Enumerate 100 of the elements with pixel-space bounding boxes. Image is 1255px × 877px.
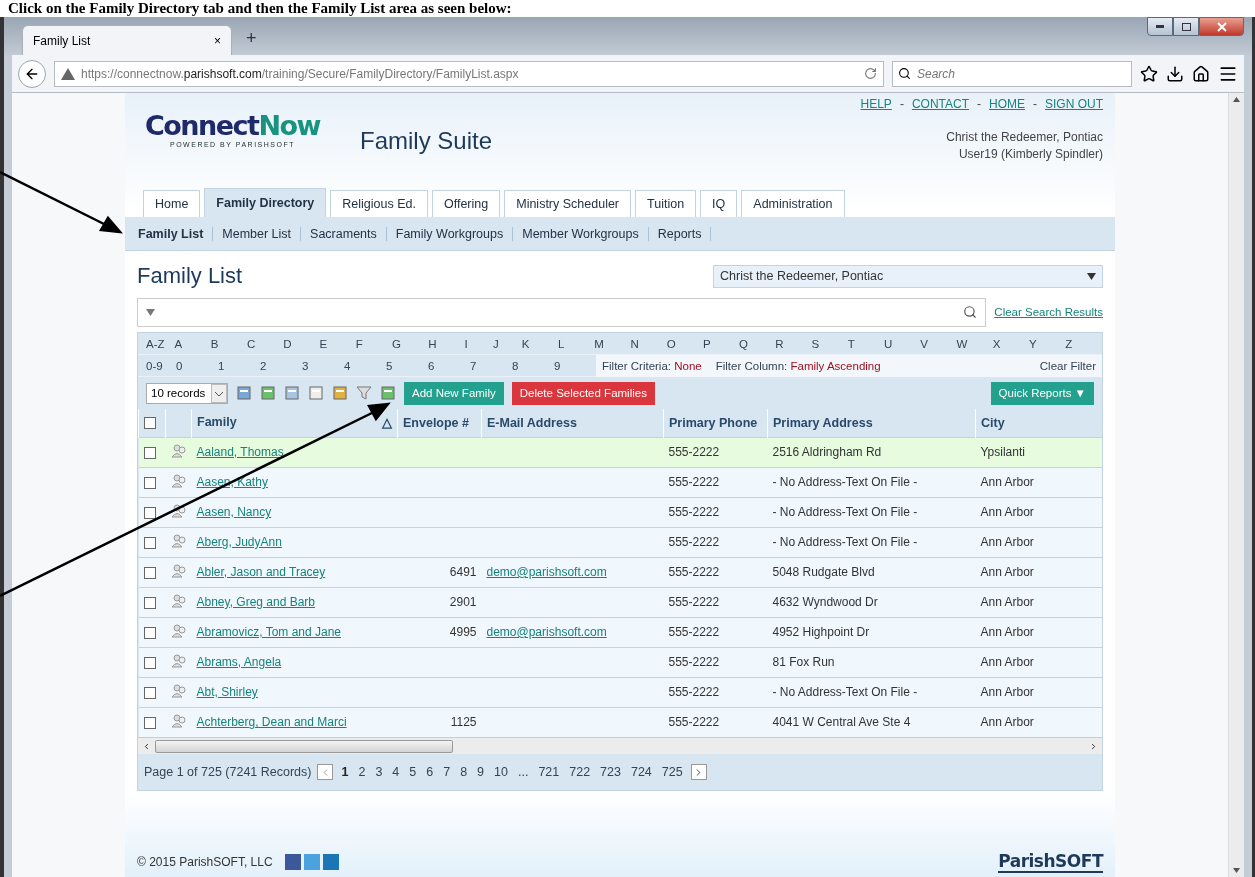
- family-link[interactable]: Aasen, Kathy: [196, 475, 268, 489]
- family-link[interactable]: Abramovicz, Tom and Jane: [196, 625, 341, 639]
- letter-filter[interactable]: Z: [1065, 337, 1094, 350]
- header-link[interactable]: HOME: [989, 97, 1025, 111]
- minimize-button[interactable]: [1147, 17, 1173, 36]
- scroll-up-icon[interactable]: [1233, 97, 1240, 102]
- search-icon[interactable]: [963, 305, 978, 319]
- sub-tab[interactable]: Member List: [213, 226, 302, 241]
- table-row[interactable]: Aasen, Nancy 555-2222 - No Address-Text On File - Ann Arbor: [138, 497, 1102, 527]
- table-row[interactable]: Achterberg, Dean and Marci 1125 555-2222 4041 W Central Ave Ste 4 Ann Arbor: [138, 707, 1102, 737]
- letter-filter[interactable]: J: [493, 337, 522, 350]
- page-link[interactable]: 721: [536, 765, 562, 779]
- letter-filter[interactable]: Q: [739, 337, 776, 350]
- page-link[interactable]: 3: [373, 765, 385, 779]
- page-link[interactable]: 725: [659, 765, 685, 779]
- sub-tab[interactable]: Family Workgroups: [386, 226, 514, 241]
- page-link[interactable]: 10: [492, 765, 510, 779]
- nav-tab[interactable]: Offering: [431, 190, 501, 217]
- column-header[interactable]: Family △: [191, 409, 398, 437]
- digit-filter[interactable]: 1: [218, 359, 260, 372]
- star-icon[interactable]: [1140, 64, 1158, 83]
- family-link[interactable]: Aaland, Thomas: [196, 445, 284, 459]
- letter-filter[interactable]: S: [811, 337, 848, 350]
- letter-filter[interactable]: B: [210, 337, 248, 350]
- page-link[interactable]: 6: [424, 765, 436, 779]
- page-link[interactable]: 722: [567, 765, 593, 779]
- digit-filter[interactable]: 0: [176, 359, 218, 372]
- nav-tab[interactable]: Family Directory: [204, 188, 327, 217]
- email-link[interactable]: demo@parishsoft.com: [486, 625, 607, 639]
- page-link[interactable]: 5: [407, 765, 419, 779]
- family-link[interactable]: Abler, Jason and Tracey: [196, 565, 326, 579]
- column-header[interactable]: Primary Phone: [663, 409, 768, 437]
- family-icon[interactable]: [170, 503, 187, 518]
- header-link[interactable]: SIGN OUT: [1045, 97, 1103, 111]
- table-row[interactable]: Abler, Jason and Tracey 6491 demo@parishsoft.com 555-2222 5048 Rudgate Blvd Ann Arbor: [138, 557, 1102, 587]
- sub-tab[interactable]: Sacraments: [301, 226, 387, 241]
- row-checkbox[interactable]: [143, 686, 156, 699]
- table-row[interactable]: Aasen, Kathy 555-2222 - No Address-Text On File - Ann Arbor: [138, 467, 1102, 497]
- letter-filter[interactable]: U: [884, 337, 921, 350]
- page-link[interactable]: 1: [339, 765, 351, 779]
- letter-filter[interactable]: L: [557, 337, 595, 350]
- page-link[interactable]: 723: [598, 765, 623, 779]
- column-header[interactable]: E-Mail Address: [481, 409, 664, 437]
- letter-filter[interactable]: W: [956, 337, 993, 350]
- parish-select[interactable]: Christ the Redeemer, Pontiac: [713, 264, 1103, 288]
- sub-tab[interactable]: Family List: [129, 226, 214, 241]
- delete-families-button[interactable]: Delete Selected Families: [511, 381, 655, 405]
- page-link[interactable]: ...: [515, 765, 531, 779]
- family-link[interactable]: Abt, Shirley: [196, 685, 258, 699]
- letter-filter[interactable]: M: [594, 337, 631, 350]
- letter-filter[interactable]: R: [775, 337, 812, 350]
- dropdown-caret-icon[interactable]: [211, 383, 227, 403]
- row-checkbox[interactable]: [143, 446, 156, 459]
- maximize-button[interactable]: [1173, 17, 1199, 36]
- nav-tab[interactable]: Home: [143, 190, 201, 217]
- new-tab-button[interactable]: +: [246, 28, 257, 49]
- clear-filter-link[interactable]: Clear Filter: [1039, 359, 1096, 372]
- family-link[interactable]: Abney, Greg and Barb: [196, 595, 316, 609]
- table-row[interactable]: Abrams, Angela 555-2222 81 Fox Run Ann Arbor: [138, 647, 1102, 677]
- header-link[interactable]: CONTACT: [911, 97, 969, 111]
- download-icon[interactable]: [1166, 64, 1184, 83]
- digit-filter[interactable]: 0-9: [146, 359, 176, 372]
- header-link[interactable]: HELP: [860, 97, 892, 111]
- family-link[interactable]: Aberg, JudyAnn: [196, 535, 282, 549]
- family-link[interactable]: Achterberg, Dean and Marci: [196, 715, 347, 730]
- page-link[interactable]: 8: [458, 765, 470, 779]
- row-checkbox[interactable]: [143, 656, 156, 669]
- dropdown-caret-icon[interactable]: [1087, 272, 1096, 280]
- row-checkbox[interactable]: [143, 506, 156, 519]
- browser-tab[interactable]: Family List ×: [22, 25, 232, 55]
- row-checkbox[interactable]: [143, 566, 156, 579]
- select-all-checkbox[interactable]: [144, 417, 156, 430]
- reload-icon[interactable]: [864, 67, 877, 80]
- scroll-down-icon[interactable]: [1233, 868, 1240, 873]
- table-row[interactable]: Aberg, JudyAnn 555-2222 - No Address-Text On File - Ann Arbor: [138, 527, 1102, 557]
- browser-search-field[interactable]: Search: [892, 60, 1132, 87]
- column-header[interactable]: Envelope #: [397, 409, 482, 437]
- letter-filter[interactable]: A: [174, 337, 211, 350]
- row-checkbox[interactable]: [143, 596, 156, 609]
- table-row[interactable]: Abt, Shirley 555-2222 - No Address-Text On File - Ann Arbor: [138, 677, 1102, 707]
- letter-filter[interactable]: G: [392, 337, 429, 350]
- family-link[interactable]: Abrams, Angela: [196, 655, 282, 669]
- close-button[interactable]: [1199, 17, 1244, 36]
- digit-filter[interactable]: 7: [470, 359, 512, 372]
- letter-filter[interactable]: E: [319, 337, 356, 350]
- letter-filter[interactable]: X: [992, 337, 1029, 350]
- row-checkbox[interactable]: [143, 626, 156, 639]
- digit-filter[interactable]: 5: [386, 359, 428, 372]
- nav-tab[interactable]: Administration: [741, 190, 845, 217]
- digit-filter[interactable]: 2: [260, 359, 302, 372]
- nav-tab[interactable]: Religious Ed.: [330, 190, 428, 217]
- filter-caret-icon[interactable]: [146, 308, 155, 316]
- column-header[interactable]: Primary Address: [767, 409, 976, 437]
- home-icon[interactable]: [1192, 64, 1210, 83]
- letter-filter[interactable]: I: [464, 337, 494, 350]
- family-link[interactable]: Aasen, Nancy: [196, 505, 272, 519]
- letter-filter[interactable]: V: [920, 337, 957, 350]
- digit-filter[interactable]: 3: [302, 359, 344, 372]
- page-link[interactable]: 7: [441, 765, 453, 779]
- table-row[interactable]: Abney, Greg and Barb 2901 555-2222 4632 Wyndwood Dr Ann Arbor: [138, 587, 1102, 617]
